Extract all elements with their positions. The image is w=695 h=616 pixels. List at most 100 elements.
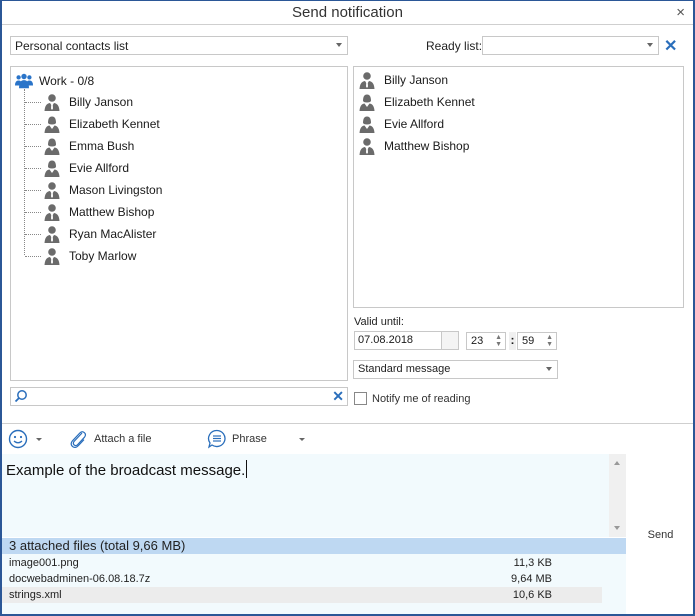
search-icon [14, 390, 27, 403]
message-input[interactable]: Example of the broadcast message. [2, 454, 609, 537]
contacts-tree: Work - 0/8 Billy Janson Elizabeth Kennet E… [10, 66, 348, 381]
spinner-arrows-icon[interactable]: ▲ ▼ [495, 334, 502, 348]
attachment-size: 11,3 KB [513, 557, 552, 569]
title-bar: Send notification × [2, 1, 693, 25]
tree-group-work[interactable]: Work - 0/8 [15, 71, 94, 91]
male-user-icon [359, 72, 375, 89]
tree-contact-item[interactable]: Emma Bush [25, 135, 134, 157]
female-user-icon [44, 160, 60, 177]
tree-connector [25, 123, 41, 125]
attachments-list: image001.png 11,3 KB docwebadminen-06.08.1… [2, 554, 626, 614]
paperclip-icon [70, 431, 87, 448]
smiley-icon [8, 429, 28, 449]
attachments-header: 3 attached files (total 9,66 MB) [2, 538, 626, 554]
attachment-row[interactable]: docwebadminen-06.08.18.7z 9,64 MB [2, 571, 602, 587]
message-type-selected: Standard message [358, 363, 451, 375]
tree-contact-item[interactable]: Billy Janson [25, 91, 133, 113]
chevron-down-icon [647, 43, 653, 47]
send-notification-window: Send notification × Personal contacts li… [0, 0, 695, 616]
date-picker-button[interactable] [441, 331, 459, 350]
tree-contact-item[interactable]: Toby Marlow [25, 245, 136, 267]
tree-contact-item[interactable]: Evie Allford [25, 157, 129, 179]
tree-contact-item[interactable]: Elizabeth Kennet [25, 113, 160, 135]
group-icon [15, 73, 33, 89]
attachment-row[interactable]: image001.png 11,3 KB [2, 555, 602, 571]
contacts-list-selected: Personal contacts list [15, 39, 129, 53]
selected-recipient-item[interactable]: Matthew Bishop [358, 135, 469, 157]
contact-name: Billy Janson [69, 95, 134, 109]
male-user-icon [359, 138, 375, 155]
recipient-name: Evie Allford [384, 117, 445, 131]
attachment-name: docwebadminen-06.08.18.7z [9, 573, 151, 585]
notify-reading-checkbox[interactable]: Notify me of reading [354, 392, 470, 405]
tree-connector [25, 101, 41, 103]
tree-connector [25, 167, 41, 169]
contact-name: Toby Marlow [69, 249, 137, 263]
tree-contact-item[interactable]: Ryan MacAlister [25, 223, 156, 245]
minute-stepper[interactable]: 59 ▲ ▼ [517, 332, 557, 350]
valid-until-date-input[interactable]: 07.08.2018 [354, 331, 442, 350]
notify-reading-label: Notify me of reading [372, 392, 471, 405]
send-button[interactable]: Send [628, 454, 693, 614]
chevron-down-icon [336, 43, 342, 47]
group-label: Work - 0/8 [39, 74, 95, 88]
contact-name: Evie Allford [69, 161, 130, 175]
text-cursor [246, 460, 248, 478]
tree-connector [25, 255, 41, 257]
female-user-icon [359, 116, 375, 133]
contact-name: Ryan MacAlister [69, 227, 157, 241]
spinner-arrows-icon[interactable]: ▲ ▼ [546, 334, 553, 348]
attachment-size: 10,6 KB [512, 589, 552, 601]
section-divider [2, 423, 693, 424]
hour-stepper[interactable]: 23 ▲ ▼ [466, 332, 506, 350]
tree-connector [25, 211, 41, 213]
selected-recipient-item[interactable]: Billy Janson [358, 69, 448, 91]
time-separator: : [509, 332, 516, 350]
female-user-icon [44, 116, 60, 133]
attachment-size: 9,64 MB [511, 573, 552, 585]
message-scrollbar[interactable] [609, 454, 626, 537]
clear-search-button[interactable]: ✕ [332, 388, 344, 405]
message-type-dropdown[interactable]: Standard message [353, 360, 558, 379]
scroll-down-icon[interactable] [614, 526, 620, 530]
window-title: Send notification [292, 4, 403, 21]
attach-file-button[interactable]: Attach a file [68, 427, 151, 451]
male-user-icon [44, 248, 60, 265]
selected-recipient-item[interactable]: Evie Allford [358, 113, 444, 135]
valid-until-label: Valid until: [354, 316, 404, 328]
phrase-button[interactable]: Phrase [207, 427, 305, 451]
close-button[interactable]: × [676, 4, 685, 21]
message-toolbar: Attach a file Phrase [2, 425, 693, 453]
minute-value: 59 [522, 335, 535, 347]
tree-contact-item[interactable]: Matthew Bishop [25, 201, 154, 223]
tree-contact-item[interactable]: Mason Livingston [25, 179, 162, 201]
contact-name: Mason Livingston [69, 183, 163, 197]
ready-list-label: Ready list: [426, 39, 483, 53]
attachment-row[interactable]: strings.xml 10,6 KB [2, 587, 602, 603]
phrase-label: Phrase [232, 433, 267, 445]
recipient-name: Matthew Bishop [384, 139, 470, 153]
contacts-list-dropdown[interactable]: Personal contacts list [10, 36, 348, 55]
male-user-icon [44, 182, 60, 199]
speech-bubble-icon [207, 429, 226, 449]
ready-list-dropdown[interactable] [482, 36, 659, 55]
male-user-icon [44, 226, 60, 243]
scroll-up-icon[interactable] [614, 461, 620, 465]
female-user-icon [359, 94, 375, 111]
attachment-name: image001.png [9, 557, 79, 569]
checkbox-box[interactable] [354, 392, 367, 405]
selected-recipient-item[interactable]: Elizabeth Kennet [358, 91, 475, 113]
selected-recipients-list: Billy Janson Elizabeth Kennet Evie Allford… [353, 66, 684, 308]
hour-value: 23 [471, 335, 484, 347]
recipient-name: Elizabeth Kennet [384, 95, 475, 109]
attachment-name: strings.xml [9, 589, 62, 601]
contact-search-input[interactable]: ✕ [10, 387, 348, 406]
tree-connector [25, 233, 41, 235]
male-user-icon [44, 204, 60, 221]
contact-name: Elizabeth Kennet [69, 117, 160, 131]
chevron-down-icon [36, 437, 42, 441]
clear-ready-list-button[interactable]: ✕ [664, 36, 677, 56]
contact-name: Matthew Bishop [69, 205, 155, 219]
attach-file-label: Attach a file [94, 433, 152, 445]
emoji-button[interactable] [8, 427, 42, 451]
